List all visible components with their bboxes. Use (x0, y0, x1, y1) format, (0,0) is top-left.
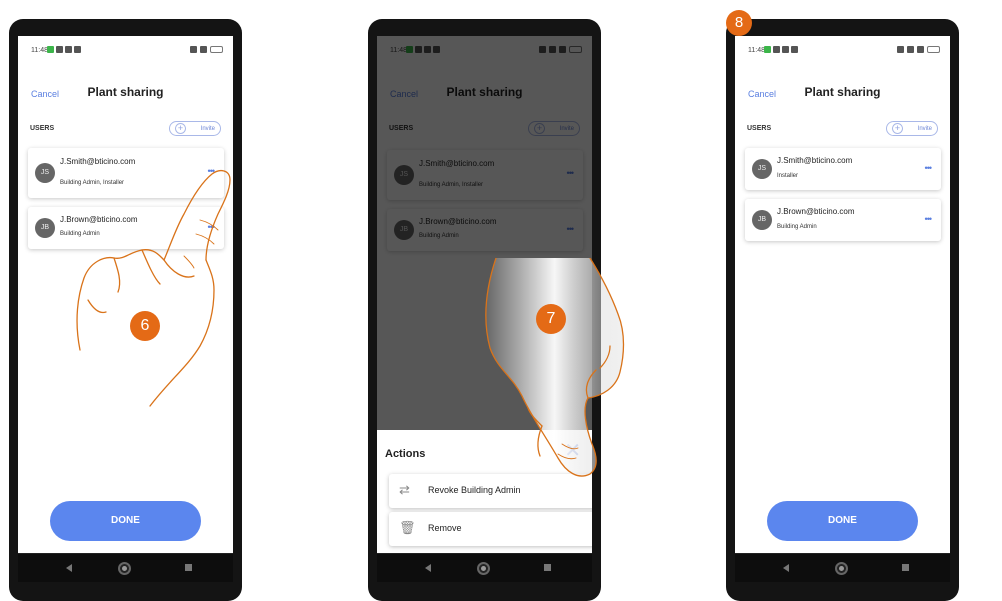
user-card-jsmith[interactable]: JS J.Smith@bticino.com Installer ••• (745, 148, 941, 190)
users-label: USERS (30, 125, 55, 132)
status-time: 11:48 (748, 47, 765, 54)
page-title: Plant sharing (804, 85, 881, 99)
phone-screen: 11:48 Cancel Plant sharing USERS + Invit… (735, 36, 950, 582)
sheet-title: Actions (385, 448, 426, 460)
recents-nav-icon[interactable] (902, 564, 909, 571)
android-nav-bar (377, 553, 592, 582)
back-nav-icon[interactable] (425, 564, 431, 572)
remove-user-button[interactable]: 🗑 Remove › (389, 512, 592, 546)
action-label: Remove (428, 523, 462, 533)
android-nav-bar (18, 553, 233, 582)
pointing-hand-illustration (485, 258, 625, 477)
invite-button[interactable]: + Invite (169, 121, 221, 136)
home-nav-icon[interactable] (835, 562, 848, 575)
done-button[interactable]: DONE (50, 501, 201, 541)
plus-icon: + (892, 123, 903, 134)
notification-icons (764, 46, 798, 53)
invite-label: Invite (917, 125, 932, 132)
system-icons (190, 46, 223, 53)
recents-nav-icon[interactable] (544, 564, 551, 571)
android-nav-bar (735, 553, 950, 582)
step-number-badge: 6 (130, 311, 160, 341)
user-email: J.Smith@bticino.com (777, 156, 853, 165)
notification-icons (47, 46, 81, 53)
home-nav-icon[interactable] (118, 562, 131, 575)
invite-button[interactable]: + Invite (886, 121, 938, 136)
users-label: USERS (747, 125, 772, 132)
swap-arrows-icon: ⇄ (399, 482, 410, 497)
back-nav-icon[interactable] (783, 564, 789, 572)
plus-icon: + (175, 123, 186, 134)
home-nav-icon[interactable] (477, 562, 490, 575)
pointing-hand-illustration (76, 169, 231, 407)
trash-icon: 🗑 (399, 520, 416, 535)
avatar: JB (35, 218, 55, 238)
avatar: JB (752, 210, 772, 230)
done-button[interactable]: DONE (767, 501, 918, 541)
invite-label: Invite (200, 125, 215, 132)
user-card-jbrown[interactable]: JB J.Brown@bticino.com Building Admin ••… (745, 199, 941, 241)
step-number-badge: 7 (536, 304, 566, 334)
back-nav-icon[interactable] (66, 564, 72, 572)
status-bar: 11:48 (735, 36, 950, 66)
user-role: Installer (777, 173, 799, 179)
more-options-button[interactable]: ••• (925, 214, 933, 224)
header: Cancel Plant sharing (18, 84, 233, 108)
header: Cancel Plant sharing (735, 84, 950, 108)
avatar: JS (35, 163, 55, 183)
avatar: JS (752, 159, 772, 179)
phone-step-8: 11:48 Cancel Plant sharing USERS + Invit… (726, 19, 959, 601)
step-number-badge: 8 (726, 10, 752, 36)
recents-nav-icon[interactable] (185, 564, 192, 571)
user-role: Building Admin (777, 224, 817, 230)
status-bar: 11:48 (18, 36, 233, 66)
tutorial-stage: 11:48 Cancel Plant sharing USERS + Invit… (0, 0, 1002, 601)
user-email: J.Brown@bticino.com (777, 207, 855, 216)
more-options-button[interactable]: ••• (925, 163, 933, 173)
system-icons (897, 46, 940, 53)
page-title: Plant sharing (87, 85, 164, 99)
status-time: 11:48 (31, 47, 48, 54)
